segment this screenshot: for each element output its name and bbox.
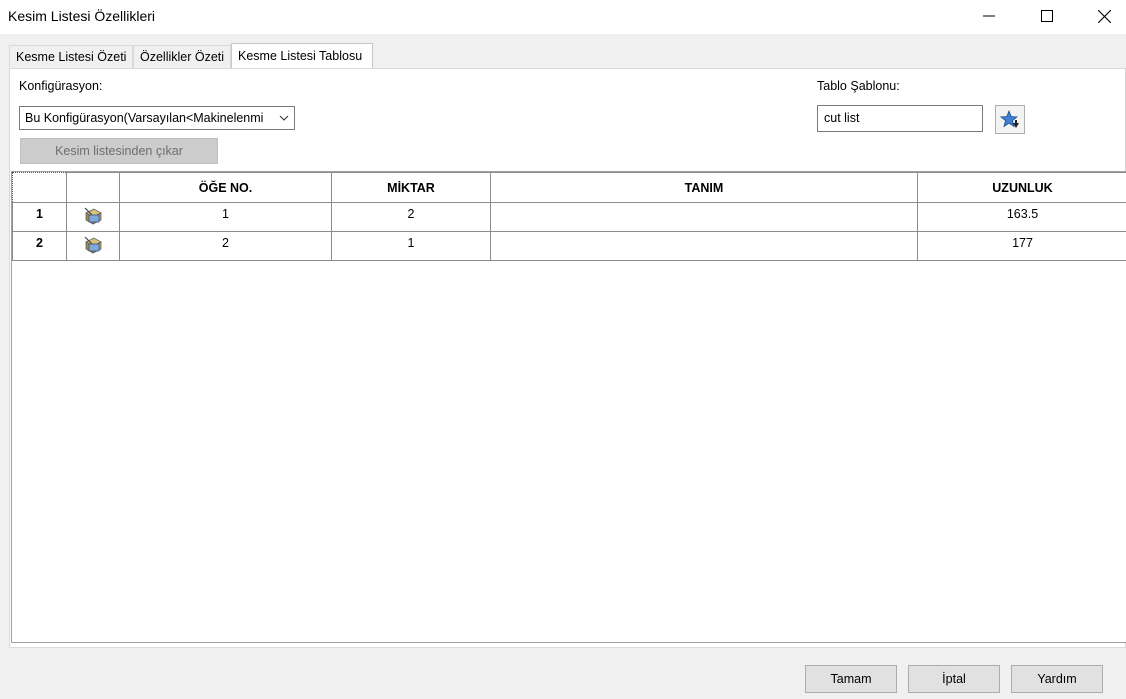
maximize-button[interactable] xyxy=(1024,0,1070,32)
browse-template-button[interactable] xyxy=(995,105,1025,134)
icon-column-header[interactable] xyxy=(66,172,120,203)
configuration-select[interactable]: Bu Konfigürasyon(Varsayılan<Makinelenmi xyxy=(19,106,295,130)
table-row[interactable]: 2 2 1 177 xyxy=(12,231,1126,261)
ok-button[interactable]: Tamam xyxy=(805,665,897,693)
cell-item-no[interactable]: 2 xyxy=(119,231,332,261)
cell-description[interactable] xyxy=(490,202,918,232)
chevron-down-icon xyxy=(279,115,289,121)
weldment-part-icon xyxy=(84,207,102,225)
minimize-button[interactable] xyxy=(966,0,1012,32)
column-header-length[interactable]: UZUNLUK xyxy=(917,172,1126,203)
table-header-row: ÖĞE NO. MİKTAR TANIM UZUNLUK xyxy=(12,172,1126,203)
tab-properties-summary[interactable]: Özellikler Özeti xyxy=(133,45,231,68)
table-template-label: Tablo Şablonu: xyxy=(817,79,900,93)
minimize-icon xyxy=(983,15,995,17)
close-icon xyxy=(1097,9,1111,23)
cell-description[interactable] xyxy=(490,231,918,261)
cell-length[interactable]: 163.5 xyxy=(917,202,1126,232)
title-bar: Kesim Listesi Özellikleri xyxy=(0,0,1126,34)
configuration-label: Konfigürasyon: xyxy=(19,79,103,93)
column-header-quantity[interactable]: MİKTAR xyxy=(331,172,491,203)
cell-quantity[interactable]: 1 xyxy=(331,231,491,261)
close-button[interactable] xyxy=(1081,0,1126,32)
row-number[interactable]: 2 xyxy=(12,231,67,261)
cell-length[interactable]: 177 xyxy=(917,231,1126,261)
tab-cut-list-summary[interactable]: Kesme Listesi Özeti xyxy=(9,45,133,68)
star-download-icon xyxy=(1000,109,1019,128)
configuration-value: Bu Konfigürasyon(Varsayılan<Makinelenmi xyxy=(25,111,264,125)
column-header-item-no[interactable]: ÖĞE NO. xyxy=(119,172,332,203)
dialog-body: Kesme Listesi Özeti Özellikler Özeti Kes… xyxy=(0,34,1126,699)
table-template-input[interactable]: cut list xyxy=(817,105,983,132)
window-title: Kesim Listesi Özellikleri xyxy=(8,8,156,24)
cancel-button[interactable]: İptal xyxy=(908,665,1000,693)
maximize-icon xyxy=(1041,10,1053,22)
help-button[interactable]: Yardım xyxy=(1011,665,1103,693)
cell-quantity[interactable]: 2 xyxy=(331,202,491,232)
cut-list-table: ÖĞE NO. MİKTAR TANIM UZUNLUK 1 1 2 163.5… xyxy=(11,171,1126,643)
column-header-description[interactable]: TANIM xyxy=(490,172,918,203)
table-row[interactable]: 1 1 2 163.5 xyxy=(12,202,1126,232)
weldment-part-icon xyxy=(84,236,102,254)
exclude-from-cut-list-button[interactable]: Kesim listesinden çıkar xyxy=(20,138,218,164)
row-icon-cell[interactable] xyxy=(66,231,120,261)
row-number[interactable]: 1 xyxy=(12,202,67,232)
table-corner-cell[interactable] xyxy=(12,172,67,203)
tab-cut-list-table[interactable]: Kesme Listesi Tablosu xyxy=(231,43,373,69)
row-icon-cell[interactable] xyxy=(66,202,120,232)
cell-item-no[interactable]: 1 xyxy=(119,202,332,232)
